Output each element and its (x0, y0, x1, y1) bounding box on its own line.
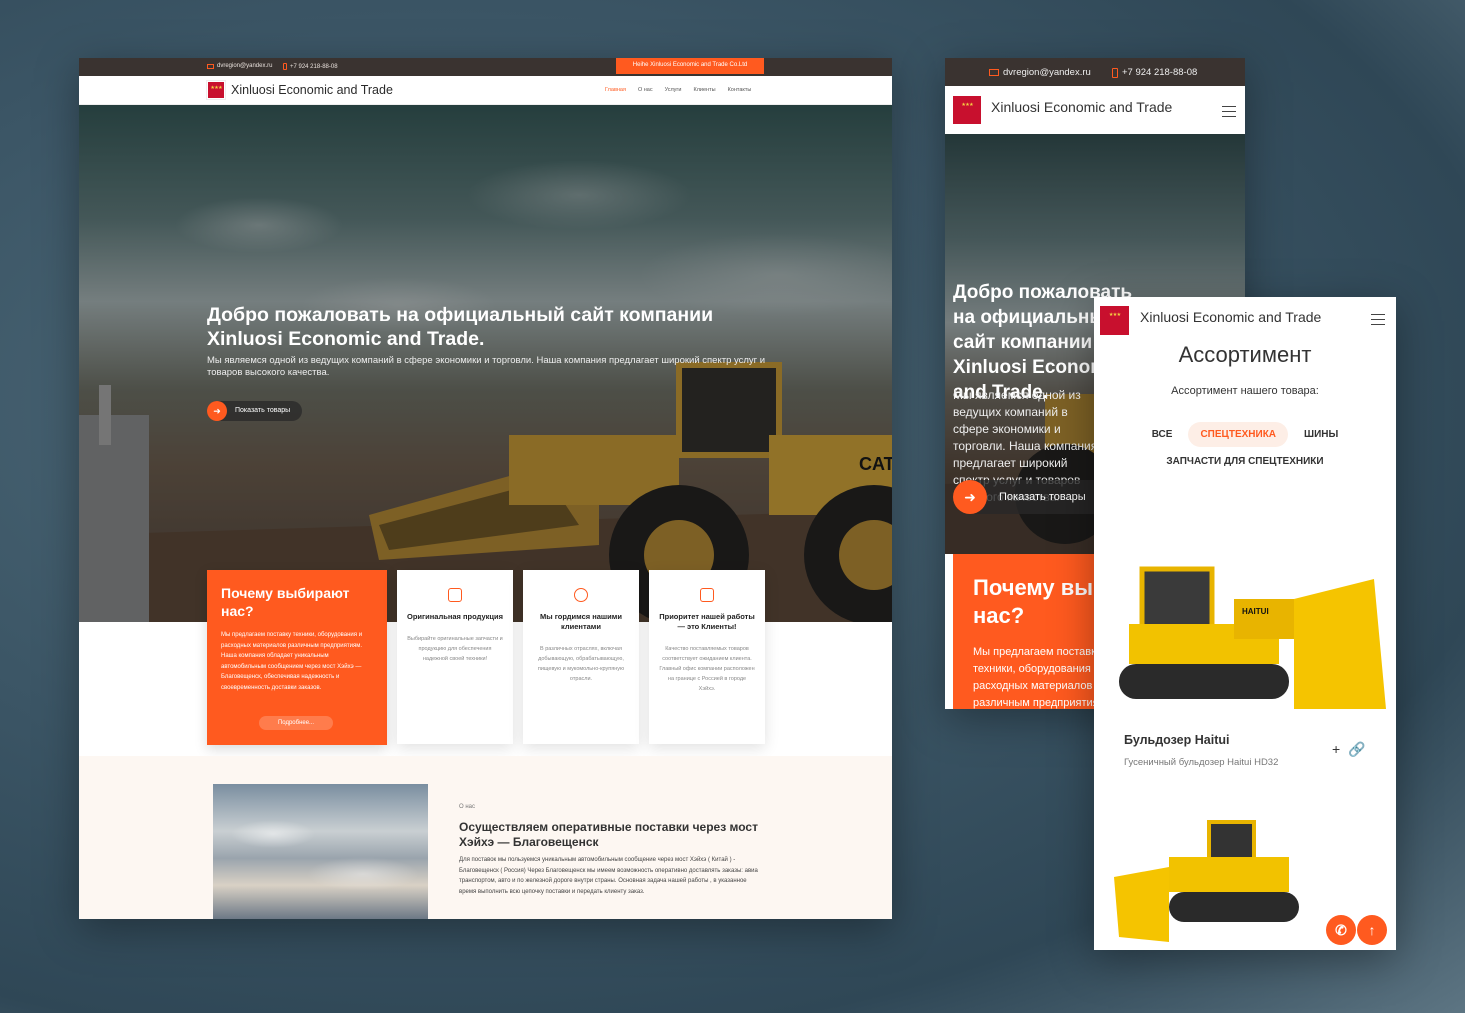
about-tag: О нас (459, 804, 475, 810)
brand-name[interactable]: Xinluosi Economic and Trade (1140, 309, 1321, 325)
brand-name[interactable]: Xinluosi Economic and Trade (231, 83, 393, 97)
feature-text: Качество поставляемых товаров соответств… (659, 646, 755, 692)
phone-mockup: Xinluosi Economic and Trade Ассортимент … (1094, 297, 1396, 950)
filter-parts[interactable]: ЗАПЧАСТИ ДЛЯ СПЕЦТЕХНИКИ (1154, 449, 1335, 474)
phone-contact[interactable]: +7 924 218-88-08 (1112, 67, 1197, 78)
menu-item-home[interactable]: Главная (605, 87, 626, 93)
email-contact[interactable]: dvregion@yandex.ru (989, 67, 1091, 78)
menu-icon[interactable] (1371, 314, 1385, 325)
phone-text: +7 924 218-88-08 (1122, 67, 1198, 78)
navbar: Xinluosi Economic and Trade (945, 86, 1245, 134)
why-us-title: Почему выбирают нас? (221, 585, 350, 619)
catalog-title: Ассортимент (1178, 342, 1312, 367)
call-icon[interactable]: ✆ (1326, 915, 1356, 945)
link-icon[interactable]: 🔗 (1348, 741, 1365, 758)
mail-icon (207, 63, 214, 69)
company-logo[interactable] (1100, 306, 1129, 335)
topbar: dvregion@yandex.ru +7 924 218-88-08 Heih… (79, 58, 892, 76)
hero-subtitle: Мы являемся одной из ведущих компаний в … (207, 355, 766, 378)
phone-icon (1112, 67, 1118, 78)
phone-icon (283, 63, 287, 70)
mail-icon (989, 69, 999, 76)
arrow-right-icon: ➜ (207, 401, 227, 421)
company-ribbon: Heihe Xinluosi Economic and Trade Co.Ltd (616, 58, 764, 74)
phone-contact[interactable]: +7 924 218-88-08 (283, 63, 338, 70)
hero-section: CAT Добро пожаловать на официальный сайт… (79, 105, 892, 622)
feature-title: Приоритет нашей работы — это Клиенты! (659, 612, 755, 631)
more-button[interactable]: Подробнее... (259, 716, 333, 730)
navbar: Xinluosi Economic and Trade Главная О на… (79, 76, 892, 105)
feature-title: Оригинальная продукция (407, 612, 503, 621)
show-products-label: Показать товары (235, 407, 291, 414)
menu-icon[interactable] (1222, 106, 1236, 117)
product-decal: HAITUI (1242, 607, 1269, 616)
about-image (213, 784, 428, 919)
plus-icon[interactable]: + (1332, 741, 1340, 758)
feature-text: В различных отраслях, включая добывающую… (537, 646, 625, 682)
show-products-button[interactable]: ➜ Показать товары (207, 401, 303, 421)
filter-special-equipment[interactable]: СПЕЦТЕХНИКА (1188, 422, 1289, 447)
company-logo[interactable] (953, 96, 981, 124)
product-description: Гусеничный бульдозер Haitui HD32 (1124, 757, 1279, 768)
arrow-up-icon[interactable]: ↑ (1357, 915, 1387, 945)
menu-item-clients[interactable]: Клиенты (694, 87, 716, 93)
topbar: dvregion@yandex.ru +7 924 218-88-08 (945, 58, 1245, 86)
arrow-right-icon: ➜ (953, 480, 987, 514)
feature-text: Выбирайте оригинальные запчасти и продук… (407, 636, 503, 662)
bulldozer-image[interactable] (1109, 812, 1319, 950)
brand-name[interactable]: Xinluosi Economic and Trade (991, 99, 1172, 115)
menu-item-about[interactable]: О нас (638, 87, 653, 93)
feature-card: Оригинальная продукция Выбирайте оригина… (397, 570, 513, 744)
feature-card: Приоритет нашей работы — это Клиенты! Ка… (649, 570, 765, 744)
feature-title: Мы гордимся нашими клиентами (540, 612, 622, 631)
phone-text: +7 924 218-88-08 (290, 63, 338, 70)
catalog-filters: ВСЕ СПЕЦТЕХНИКА ШИНЫ ЗАПЧАСТИ ДЛЯ СПЕЦТЕХН… (1094, 421, 1396, 475)
gallery-icon (700, 588, 714, 602)
why-us-card: Почему выбирают нас? Мы предлагаем поста… (207, 570, 387, 745)
about-title: Осуществляем оперативные поставки через … (459, 820, 758, 849)
menu-item-contacts[interactable]: Контакты (728, 87, 752, 93)
catalog-subtitle: Ассортимент нашего товара: (1171, 385, 1319, 397)
show-products-label: Показать товары (999, 491, 1086, 503)
hero-title: Добро пожаловать на официальный сайт ком… (207, 304, 714, 350)
product-name[interactable]: Бульдозер Haitui (1124, 733, 1229, 747)
email-text: dvregion@yandex.ru (217, 63, 273, 69)
main-menu: Главная О нас Услуги Клиенты Контакты (605, 87, 751, 93)
menu-item-services[interactable]: Услуги (665, 87, 682, 93)
email-contact[interactable]: dvregion@yandex.ru (207, 63, 272, 69)
about-text: Для поставок мы пользуемся уникальным ав… (459, 857, 758, 895)
document-icon (448, 588, 462, 602)
hexagon-icon (574, 588, 588, 602)
bulldozer-image[interactable]: HAITUI (1114, 559, 1389, 724)
email-text: dvregion@yandex.ru (1003, 67, 1091, 78)
feature-card: Мы гордимся нашими клиентами В различных… (523, 570, 639, 744)
company-logo[interactable] (206, 80, 226, 100)
filter-tires[interactable]: ШИНЫ (1292, 422, 1350, 447)
product-actions: + 🔗 (1332, 741, 1366, 758)
filter-all[interactable]: ВСЕ (1140, 422, 1185, 447)
desktop-mockup: dvregion@yandex.ru +7 924 218-88-08 Heih… (79, 58, 892, 919)
navbar: Xinluosi Economic and Trade (1094, 297, 1396, 342)
why-us-text: Мы предлагаем поставку техники, оборудов… (221, 632, 363, 691)
